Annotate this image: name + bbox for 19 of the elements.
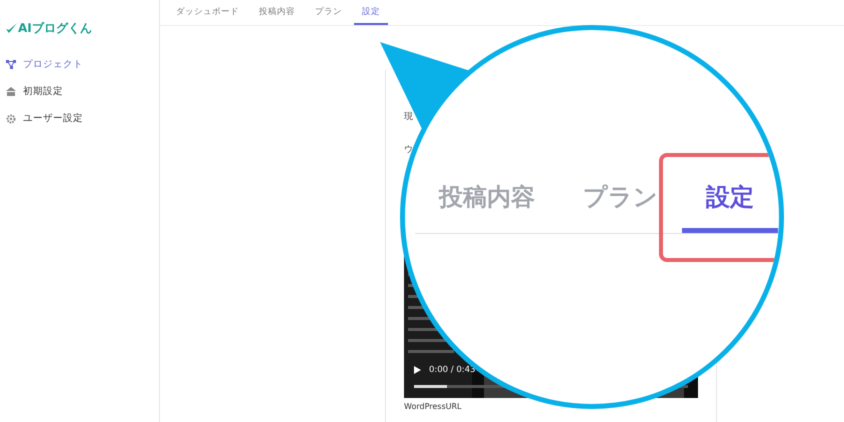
field-label: 現 xyxy=(404,111,414,123)
sidebar-item[interactable]: ユーザー設定 xyxy=(6,105,159,132)
tab[interactable]: 投稿内容 xyxy=(251,0,303,25)
magnified-tab-label: 投稿内容 xyxy=(439,182,535,213)
tab[interactable]: ダッシュボード xyxy=(168,0,247,25)
app-logo-text: AIブログくん xyxy=(18,20,92,37)
field-label: ウ xyxy=(404,144,414,156)
play-icon[interactable] xyxy=(414,366,421,374)
building-icon xyxy=(6,87,16,96)
sidebar-item[interactable]: 初期設定 xyxy=(6,78,159,105)
checkmark-logo-icon xyxy=(6,23,17,34)
tab[interactable]: プラン xyxy=(307,0,350,25)
settings-icon xyxy=(6,114,16,124)
magnified-tab-label: プラン xyxy=(583,182,658,213)
nodes-icon xyxy=(6,60,16,69)
tab[interactable]: 設定 xyxy=(354,0,388,25)
field-label: WordPressURL xyxy=(404,402,462,411)
sidebar-item[interactable]: プロジェクト xyxy=(6,51,159,78)
magnified-tab-label: 設定 xyxy=(706,182,754,213)
